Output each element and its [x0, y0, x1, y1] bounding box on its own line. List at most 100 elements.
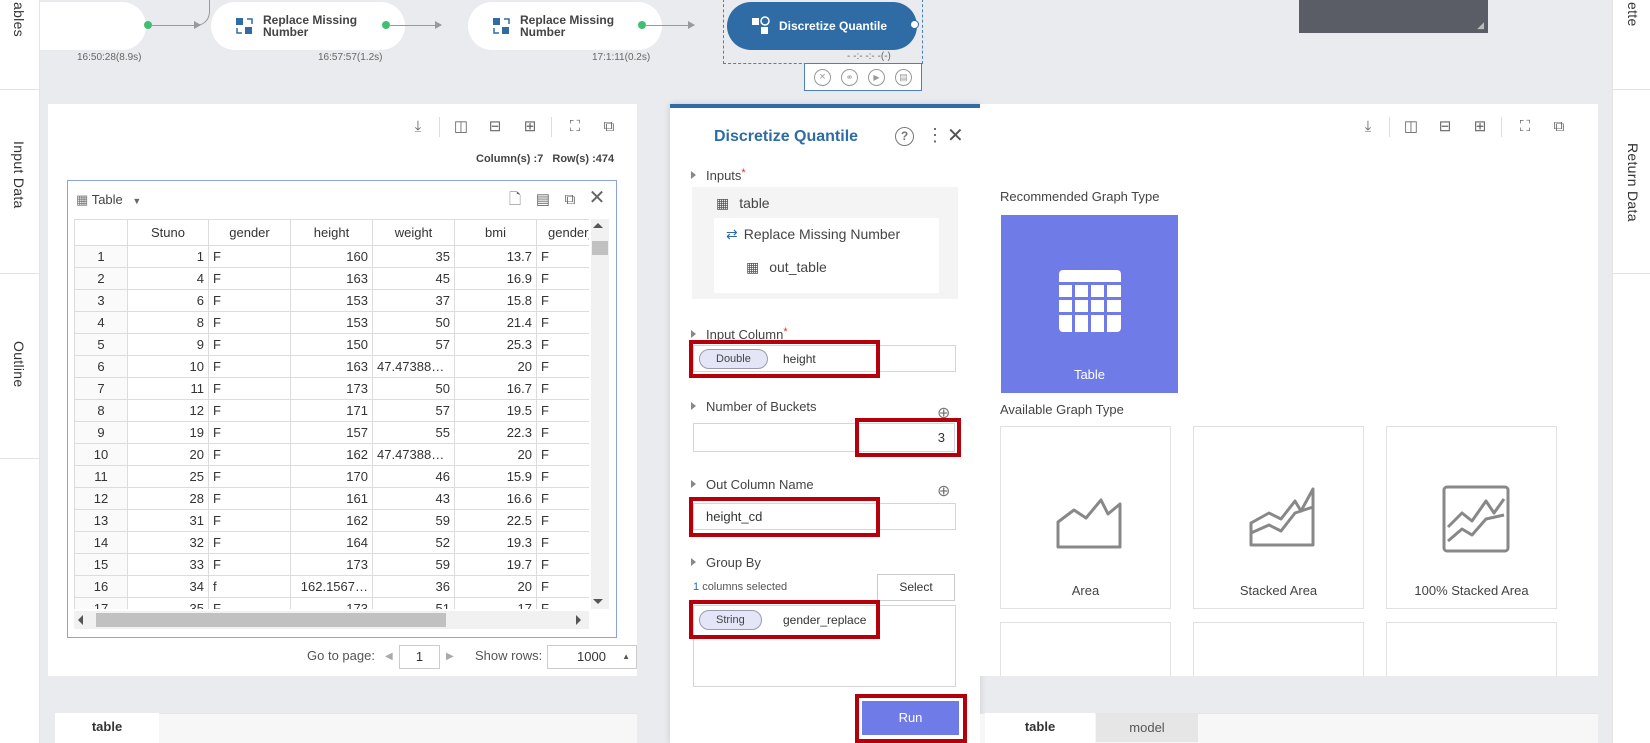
minimap[interactable]: ◢ [1299, 0, 1488, 33]
globe-icon[interactable]: ⊕ [937, 481, 950, 501]
sidebar-tab-tables[interactable]: ables [11, 2, 27, 37]
flow-node-partial[interactable] [40, 2, 146, 50]
table-row[interactable]: 7 11 F 173 50 16.7 F [74, 377, 589, 400]
flow-node-replace-missing-2[interactable]: Replace Missing Number [468, 2, 662, 50]
tab-table-left[interactable]: table [55, 713, 159, 743]
table-row[interactable]: 1 1 F 160 35 13.7 F [74, 245, 589, 268]
vertical-scrollbar[interactable] [591, 219, 609, 609]
split-vertical-icon[interactable]: ◫ [451, 118, 471, 136]
inputs-section-header[interactable]: Inputs* [691, 167, 746, 183]
column-header[interactable]: gender [208, 219, 291, 246]
table-row[interactable]: 2 4 F 163 45 16.9 F [74, 267, 589, 290]
split-horizontal-icon[interactable]: ⊟ [1435, 118, 1455, 136]
grid-layout-icon[interactable]: ⊞ [1470, 118, 1490, 136]
graph-card-partial[interactable] [1000, 622, 1171, 676]
more-options-icon[interactable]: ⋮ [926, 125, 944, 146]
row-number: 12 [74, 487, 128, 510]
download-icon[interactable]: ⤓ [408, 118, 428, 136]
graph-card-stacked-area[interactable]: Stacked Area [1193, 426, 1364, 609]
output-port[interactable] [144, 21, 152, 29]
table-row[interactable]: 4 8 F 153 50 21.4 F [74, 311, 589, 334]
flow-node-discretize-quantile[interactable]: Discretize Quantile [727, 2, 917, 50]
table-row[interactable]: 10 20 F 162 47.47388… 20 F [74, 443, 589, 466]
help-icon[interactable]: ? [895, 127, 914, 146]
table-row[interactable]: 13 31 F 162 59 22.5 F [74, 509, 589, 532]
column-settings-icon[interactable]: ▤ [533, 191, 553, 209]
column-header[interactable]: height [290, 219, 373, 246]
tab-table-right[interactable]: table [985, 713, 1095, 743]
graph-card-partial[interactable] [1386, 622, 1557, 676]
output-port[interactable] [910, 20, 919, 29]
out-column-header[interactable]: Out Column Name [691, 477, 814, 492]
group-by-header[interactable]: Group By [691, 555, 761, 570]
sidebar-tab-outline[interactable]: Outline [11, 341, 27, 387]
show-rows-input[interactable]: 1000 ▲ [547, 645, 637, 669]
buckets-header[interactable]: Number of Buckets [691, 399, 817, 414]
graph-card-partial[interactable] [1193, 622, 1364, 676]
popout-icon[interactable]: ⧉ [1549, 118, 1569, 136]
graph-card-area[interactable]: Area [1000, 426, 1171, 609]
scroll-thumb[interactable] [96, 613, 446, 627]
table-row[interactable]: 9 19 F 157 55 22.3 F [74, 421, 589, 444]
run-time: 16:50:28(8.9s) [77, 52, 142, 63]
scroll-right-icon[interactable] [576, 615, 581, 625]
table-row[interactable]: 11 25 F 170 46 15.9 F [74, 465, 589, 488]
download-icon[interactable]: ⤓ [1358, 118, 1378, 136]
row-number: 3 [74, 289, 128, 312]
table-row[interactable]: 14 32 F 164 52 19.3 F [74, 531, 589, 554]
table-row[interactable]: 16 34 f 162.1567… 36 20 F [74, 575, 589, 598]
split-horizontal-icon[interactable]: ⊟ [485, 118, 505, 136]
select-columns-button[interactable]: Select [877, 574, 955, 601]
sidebar-tab-palette[interactable]: ette [1625, 2, 1641, 27]
play-icon[interactable]: ▶ [868, 68, 885, 86]
scroll-down-icon[interactable] [593, 599, 603, 604]
input-port[interactable]: ▦ table [716, 195, 770, 212]
clipboard-icon[interactable]: ▤ [895, 68, 912, 86]
table-row[interactable]: 17 35 F 173 51 17 F [74, 597, 589, 609]
graph-card-100-stacked-area[interactable]: 100% Stacked Area [1386, 426, 1557, 609]
sidebar-tab-input-data[interactable]: Input Data [11, 141, 27, 209]
source-output[interactable]: ▦ out_table [746, 259, 827, 276]
page-input[interactable]: 1 [399, 645, 440, 669]
table-row[interactable]: 8 12 F 171 57 19.5 F [74, 399, 589, 422]
close-circle-icon[interactable]: × [814, 68, 831, 86]
table-row[interactable]: 6 10 F 163 47.47388… 20 F [74, 355, 589, 378]
scroll-left-icon[interactable] [78, 615, 83, 625]
output-port[interactable] [638, 21, 646, 29]
table-row[interactable]: 12 28 F 161 43 16.6 F [74, 487, 589, 510]
close-icon[interactable]: ✕ [947, 123, 964, 148]
table-row[interactable]: 15 33 F 173 59 19.7 F [74, 553, 589, 576]
table-cell: 19 [127, 421, 209, 444]
table-row[interactable]: 5 9 F 150 57 25.3 F [74, 333, 589, 356]
scroll-thumb[interactable] [592, 241, 608, 255]
graph-card-table[interactable]: Table [1001, 215, 1178, 393]
fullscreen-icon[interactable]: ⛶ [565, 118, 585, 136]
stepper-up-icon[interactable]: ▲ [622, 646, 630, 668]
new-document-icon[interactable]: 🗋 [505, 191, 525, 209]
data-table: Stunogenderheightweightbmigender_u 11F16… [74, 219, 589, 609]
column-header[interactable]: Stuno [127, 219, 209, 246]
resize-handle-icon[interactable]: ◢ [1477, 20, 1484, 31]
table-row[interactable]: 3 6 F 153 37 15.8 F [74, 289, 589, 312]
share-icon[interactable]: ⚭ [841, 68, 858, 86]
column-header[interactable]: bmi [454, 219, 537, 246]
copy-icon[interactable]: ⧉ [560, 191, 580, 209]
column-header[interactable]: gender_u [536, 219, 589, 246]
popout-icon[interactable]: ⧉ [599, 118, 619, 136]
close-icon[interactable]: ✕ [587, 188, 607, 208]
next-page-icon[interactable]: ▶ [446, 651, 454, 662]
flow-node-replace-missing-1[interactable]: Replace Missing Number [211, 2, 405, 50]
output-port[interactable] [382, 21, 390, 29]
tab-model[interactable]: model [1096, 714, 1198, 742]
grid-layout-icon[interactable]: ⊞ [520, 118, 540, 136]
column-header[interactable] [74, 219, 128, 246]
prev-page-icon[interactable]: ◀ [385, 651, 393, 662]
split-vertical-icon[interactable]: ◫ [1401, 118, 1421, 136]
fullscreen-icon[interactable]: ⛶ [1515, 118, 1535, 136]
column-header[interactable]: weight [372, 219, 455, 246]
sidebar-tab-return-data[interactable]: Return Data [1625, 143, 1641, 222]
view-type-selector[interactable]: ▦ Table ▼ [76, 192, 141, 208]
table-cell: 19.3 [454, 531, 537, 554]
scroll-up-icon[interactable] [593, 223, 603, 228]
horizontal-scrollbar[interactable] [74, 611, 589, 629]
